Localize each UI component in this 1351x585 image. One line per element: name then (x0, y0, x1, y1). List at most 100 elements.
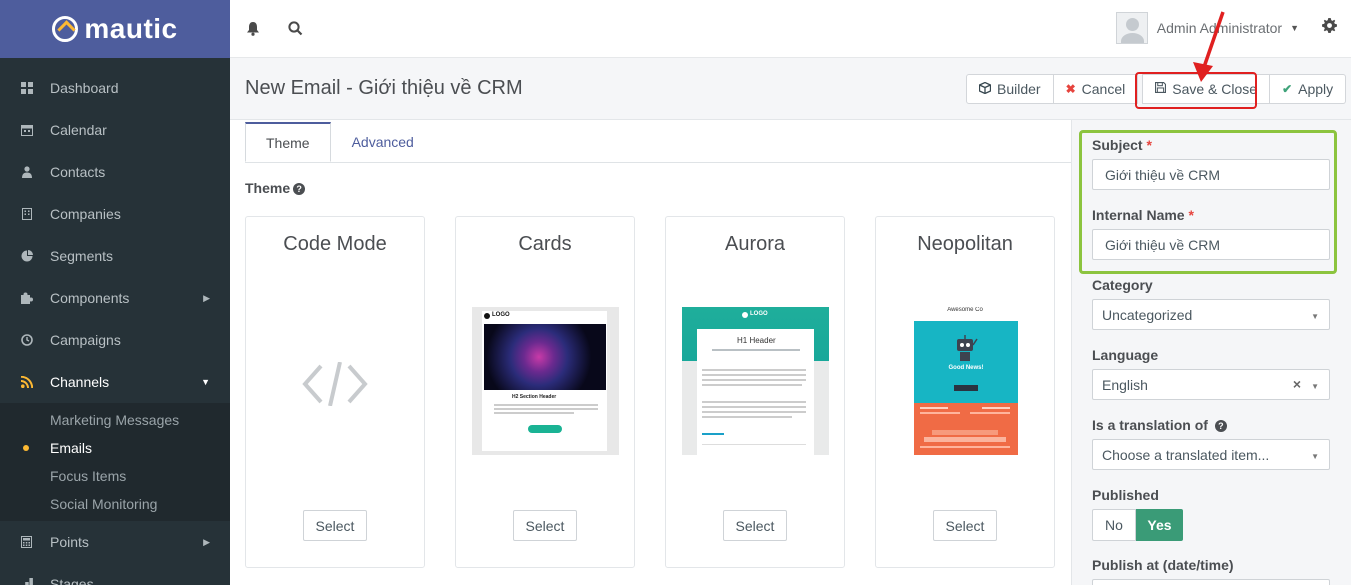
sidebar-item-label: Stages (50, 576, 94, 585)
main-content: Theme Advanced Theme? Code Mode Select C… (230, 120, 1071, 585)
preview-logo-text: LOGO (492, 312, 510, 318)
pie-chart-icon (20, 250, 33, 263)
sidebar-item-campaigns[interactable]: Campaigns (0, 319, 230, 361)
subject-label-text: Subject (1092, 137, 1143, 153)
required-marker: * (1146, 137, 1152, 153)
avatar (1115, 12, 1148, 44)
puzzle-icon (20, 292, 33, 305)
help-icon[interactable]: ? (293, 183, 306, 195)
sidebar-item-label: Dashboard (50, 80, 119, 96)
submenu-item-label: Social Monitoring (50, 496, 158, 512)
theme-preview-image: LOGO H1 Header (682, 307, 829, 455)
submenu-item-label: Emails (50, 440, 93, 456)
select-button[interactable]: Select (513, 510, 577, 541)
category-value: Uncategorized (1102, 306, 1193, 323)
bell-icon[interactable] (242, 18, 264, 40)
close-icon: ✖ (1065, 82, 1076, 96)
internal-name-label: Internal Name * (1092, 207, 1194, 223)
cube-icon (978, 81, 992, 97)
builder-button[interactable]: Builder (966, 74, 1054, 104)
preview-header-text: H1 Header (737, 336, 776, 345)
submenu-item-label: Focus Items (50, 468, 127, 484)
user-menu[interactable]: Admin Administrator ▼ (1115, 12, 1299, 44)
submenu-item-marketing-messages[interactable]: Marketing Messages (0, 406, 230, 434)
apply-button[interactable]: ✔ Apply (1270, 74, 1347, 104)
tab-divider (245, 162, 1071, 163)
tab-label: Advanced (351, 134, 414, 150)
publish-at-field[interactable] (1092, 579, 1330, 585)
preview-company-text: Awesome Co (947, 307, 983, 313)
tab-theme[interactable]: Theme (245, 122, 331, 162)
translation-placeholder: Choose a translated item... (1102, 446, 1270, 463)
preview-news-text: Good News! (948, 365, 984, 371)
subject-field[interactable]: Giới thiệu về CRM (1092, 159, 1330, 190)
sidebar-item-label: Segments (50, 248, 114, 264)
preview-header-text: H2 Section Header (512, 394, 557, 400)
gear-icon[interactable] (1322, 18, 1337, 38)
brand-name: mautic (84, 13, 178, 44)
save-close-button[interactable]: Save & Close (1142, 74, 1271, 104)
subject-label: Subject * (1092, 137, 1152, 153)
robot-icon (957, 335, 978, 361)
sidebar-item-points[interactable]: Points ▶ (0, 521, 230, 563)
email-properties-panel: Subject * Giới thiệu về CRM Internal Nam… (1071, 120, 1351, 585)
sidebar-item-stages[interactable]: Stages (0, 563, 230, 585)
code-icon (302, 362, 368, 406)
category-select[interactable]: Uncategorized ▼ (1092, 299, 1330, 330)
published-no-option[interactable]: No (1092, 509, 1136, 541)
submenu-item-focus-items[interactable]: Focus Items (0, 462, 230, 490)
sidebar-item-label: Points (50, 534, 89, 550)
stages-icon (20, 578, 33, 585)
app-window: mautic Dashboard Calendar Contacts Compa… (0, 0, 1351, 585)
sidebar-item-companies[interactable]: Companies (0, 193, 230, 235)
preview-logo-text: LOGO (750, 311, 768, 317)
published-toggle[interactable]: No Yes (1092, 509, 1183, 541)
chevron-right-icon: ▶ (203, 292, 210, 303)
chevron-down-icon: ▼ (1311, 452, 1319, 461)
sidebar-item-dashboard[interactable]: Dashboard (0, 67, 230, 109)
builder-label: Builder (997, 81, 1041, 97)
select-button[interactable]: Select (303, 510, 367, 541)
building-icon (20, 208, 33, 221)
language-label: Language (1092, 347, 1159, 363)
search-icon[interactable] (284, 18, 306, 40)
cancel-label: Cancel (1081, 81, 1126, 97)
internal-name-field[interactable]: Giới thiệu về CRM (1092, 229, 1330, 260)
sidebar-item-label: Components (50, 290, 130, 306)
cancel-button[interactable]: ✖ Cancel (1053, 74, 1139, 104)
dashboard-icon (20, 82, 33, 95)
tab-bar: Theme Advanced (245, 122, 435, 162)
submenu-item-social-monitoring[interactable]: Social Monitoring (0, 490, 230, 518)
chevron-down-icon: ▼ (1311, 382, 1319, 391)
sidebar-item-components[interactable]: Components ▶ (0, 277, 230, 319)
published-yes-option[interactable]: Yes (1136, 509, 1183, 541)
theme-card-title: Aurora (724, 233, 786, 255)
sidebar-item-calendar[interactable]: Calendar (0, 109, 230, 151)
tab-advanced[interactable]: Advanced (331, 122, 435, 162)
chevron-down-icon: ▼ (1290, 23, 1299, 33)
select-button[interactable]: Select (723, 510, 787, 541)
clear-icon[interactable]: × (1293, 376, 1301, 392)
sidebar-item-label: Contacts (50, 164, 106, 180)
theme-label-text: Theme (245, 180, 291, 196)
theme-card-code-mode: Code Mode Select (245, 216, 425, 568)
publish-at-label: Publish at (date/time) (1092, 557, 1234, 573)
theme-card-aurora: Aurora LOGO H1 Header Select (665, 216, 845, 568)
sidebar-item-contacts[interactable]: Contacts (0, 151, 230, 193)
save-close-label: Save & Close (1172, 81, 1258, 97)
sidebar-item-label: Campaigns (50, 332, 121, 348)
submenu-item-emails[interactable]: Emails (0, 434, 230, 462)
save-icon (1155, 82, 1167, 96)
category-label: Category (1092, 277, 1153, 293)
theme-section-label: Theme? (245, 180, 306, 196)
sidebar-nav: Dashboard Calendar Contacts Companies Se… (0, 58, 230, 585)
brand-logo[interactable]: mautic (0, 0, 230, 58)
translation-select[interactable]: Choose a translated item... ▼ (1092, 439, 1330, 470)
sidebar-item-channels[interactable]: Channels ▼ (0, 361, 230, 403)
help-icon[interactable]: ? (1214, 420, 1227, 432)
theme-card-title: Code Mode (283, 233, 387, 255)
sidebar-item-segments[interactable]: Segments (0, 235, 230, 277)
published-label: Published (1092, 487, 1159, 503)
language-select[interactable]: English × ▼ (1092, 369, 1330, 400)
select-button[interactable]: Select (933, 510, 997, 541)
